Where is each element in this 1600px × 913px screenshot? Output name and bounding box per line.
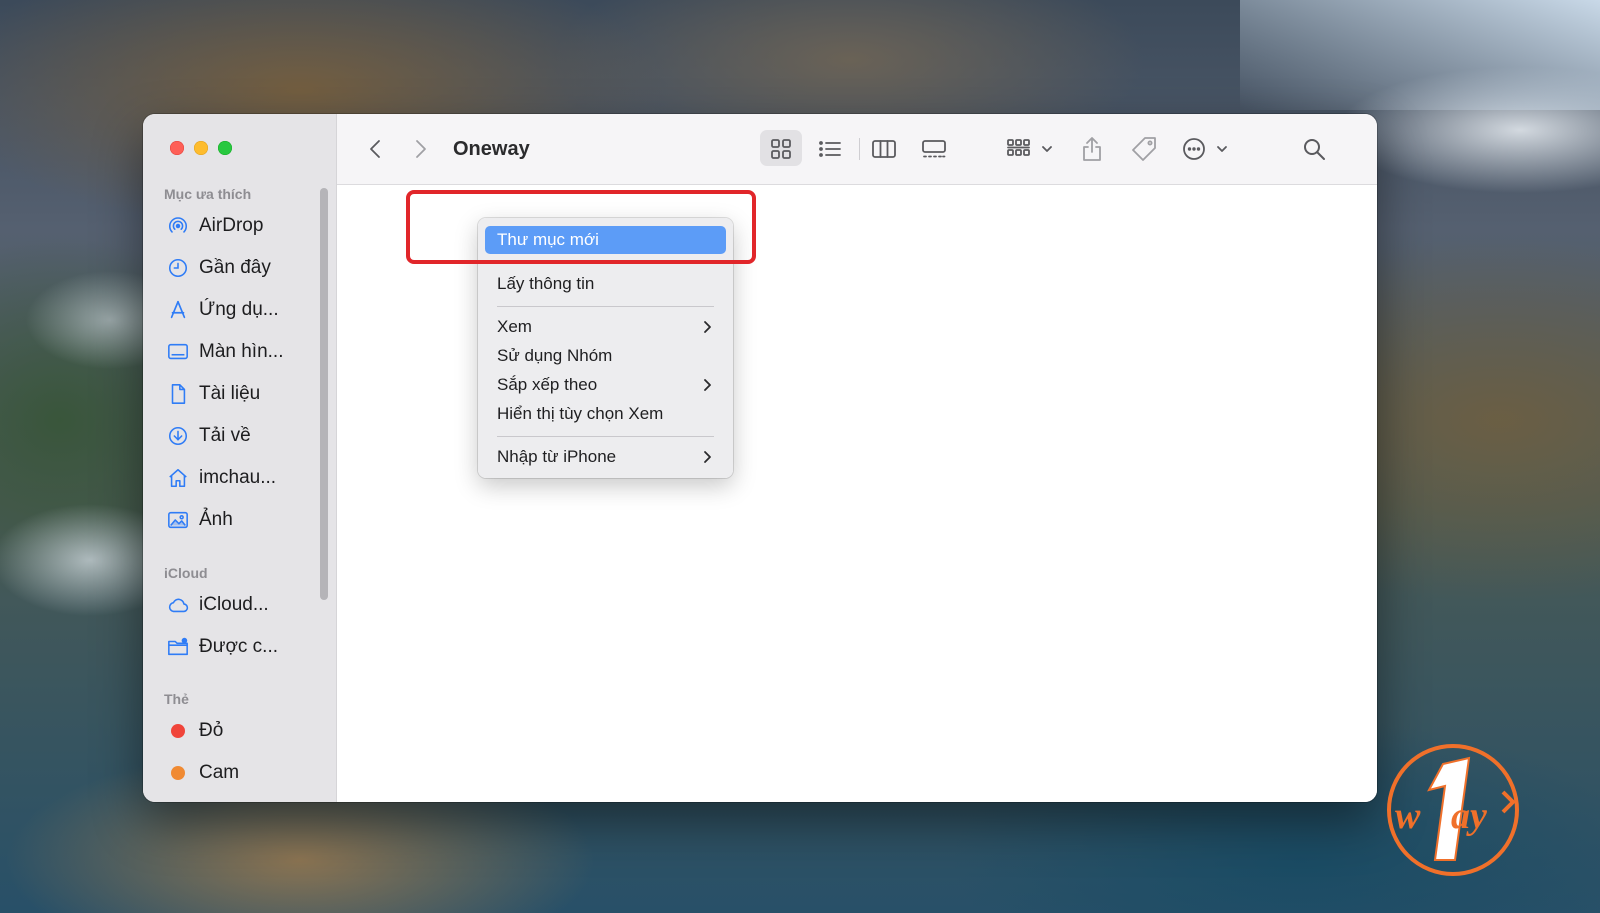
share-icon	[1083, 137, 1101, 161]
sidebar-item-label: Tải về	[199, 425, 251, 446]
tag-color-dot	[171, 724, 185, 738]
sidebar-section-icloud: iCloud	[164, 565, 208, 581]
menu-item-label: Sắp xếp theo	[497, 375, 598, 394]
menu-item-label: Sử dụng Nhóm	[497, 346, 613, 365]
tag-color-dot	[171, 766, 185, 780]
gallery-view-icon	[922, 140, 946, 158]
sidebar-section-favorites: Mục ưa thích	[164, 186, 252, 202]
menu-item-label: Lấy thông tin	[497, 274, 595, 293]
oneway-logo: w ay	[1387, 744, 1519, 876]
chevron-right-icon	[704, 321, 711, 333]
sidebar-item-label: Được c...	[199, 636, 279, 657]
search-button[interactable]	[1297, 114, 1331, 184]
search-icon	[1304, 139, 1325, 160]
cloud-icon	[168, 598, 189, 613]
chevron-right-icon	[704, 379, 711, 391]
group-button[interactable]	[1001, 114, 1057, 184]
sidebar-item-label: Màn hìn...	[199, 341, 284, 362]
chevron-right-icon	[704, 451, 711, 463]
sidebar-item-photos[interactable]: Ảnh	[167, 505, 233, 535]
home-icon	[169, 468, 187, 488]
annotation-highlight-box	[406, 190, 756, 264]
window-title: Oneway	[453, 138, 530, 160]
finder-window: Mục ưa thích AirDrop Gần đây Ứng dụ... M…	[143, 114, 1377, 802]
forward-icon	[416, 140, 426, 158]
sidebar-item-home[interactable]: imchau...	[167, 463, 276, 493]
sidebar-item-label: Đỏ	[199, 720, 224, 741]
more-actions-button[interactable]	[1179, 114, 1231, 184]
sidebar-item-label: AirDrop	[199, 215, 264, 236]
window-controls	[170, 141, 232, 155]
menu-item-import-from-iphone[interactable]: Nhập từ iPhone	[485, 443, 726, 471]
download-icon	[168, 426, 188, 446]
sidebar-item-documents[interactable]: Tài liệu	[167, 379, 260, 409]
photos-icon	[168, 511, 188, 529]
zoom-button[interactable]	[218, 141, 232, 155]
tag-icon	[1132, 137, 1156, 161]
gallery-view-button[interactable]	[914, 114, 954, 184]
minimize-button[interactable]	[194, 141, 208, 155]
svg-text:w: w	[1395, 795, 1421, 837]
group-icon	[1007, 139, 1052, 156]
close-button[interactable]	[170, 141, 184, 155]
menu-item-view[interactable]: Xem	[485, 313, 726, 341]
svg-text:ay: ay	[1451, 795, 1487, 837]
sidebar-item-shared[interactable]: Được c...	[167, 632, 278, 662]
menu-separator	[497, 306, 714, 307]
share-button[interactable]	[1077, 114, 1107, 184]
sidebar-item-label: Gần đây	[199, 257, 271, 278]
document-icon	[171, 384, 186, 404]
sidebar-item-label: Cam	[199, 762, 240, 783]
sidebar-item-label: imchau...	[199, 467, 277, 488]
list-view-icon	[819, 141, 841, 157]
sidebar-item-label: Ảnh	[199, 509, 233, 530]
menu-separator	[497, 436, 714, 437]
sidebar: Mục ưa thích AirDrop Gần đây Ứng dụ... M…	[143, 114, 337, 802]
tag-button[interactable]	[1127, 114, 1161, 184]
menu-item-use-groups[interactable]: Sử dụng Nhóm	[485, 342, 726, 370]
back-icon	[370, 140, 380, 158]
sidebar-item-label: iCloud...	[199, 594, 269, 615]
sidebar-item-desktop[interactable]: Màn hìn...	[167, 337, 284, 367]
menu-item-label: Xem	[497, 317, 532, 336]
sidebar-item-downloads[interactable]: Tải về	[167, 421, 251, 451]
icon-view-icon	[771, 139, 791, 159]
toolbar-divider	[859, 138, 860, 160]
list-view-button[interactable]	[810, 114, 850, 184]
sidebar-item-icloud-drive[interactable]: iCloud...	[167, 590, 269, 620]
sidebar-item-airdrop[interactable]: AirDrop	[167, 211, 263, 241]
icon-view-button[interactable]	[760, 114, 802, 184]
clock-icon	[168, 258, 188, 278]
sidebar-item-label: Ứng dụ...	[199, 299, 279, 320]
menu-item-sort-by[interactable]: Sắp xếp theo	[485, 371, 726, 399]
column-view-icon	[872, 140, 896, 158]
sidebar-item-recents[interactable]: Gần đây	[167, 253, 271, 283]
applications-icon	[170, 300, 186, 319]
forward-button[interactable]	[407, 114, 435, 184]
menu-item-label: Hiển thị tùy chọn Xem	[497, 404, 664, 423]
sidebar-tag-red[interactable]: Đỏ	[167, 716, 223, 746]
menu-item-label: Nhập từ iPhone	[497, 447, 617, 466]
column-view-button[interactable]	[864, 114, 904, 184]
toolbar: Oneway	[337, 114, 1377, 185]
airdrop-icon	[168, 217, 188, 233]
sidebar-section-tags: Thẻ	[164, 691, 189, 707]
menu-item-get-info[interactable]: Lấy thông tin	[485, 270, 726, 298]
sidebar-item-label: Tài liệu	[199, 383, 261, 404]
sidebar-tag-orange[interactable]: Cam	[167, 758, 239, 788]
sidebar-scrollbar[interactable]	[320, 188, 328, 600]
desktop-icon	[168, 343, 188, 360]
shared-folder-icon	[168, 637, 188, 656]
back-button[interactable]	[361, 114, 389, 184]
more-icon	[1183, 138, 1227, 160]
sidebar-item-applications[interactable]: Ứng dụ...	[167, 295, 279, 325]
menu-item-show-view-options[interactable]: Hiển thị tùy chọn Xem	[485, 400, 726, 428]
